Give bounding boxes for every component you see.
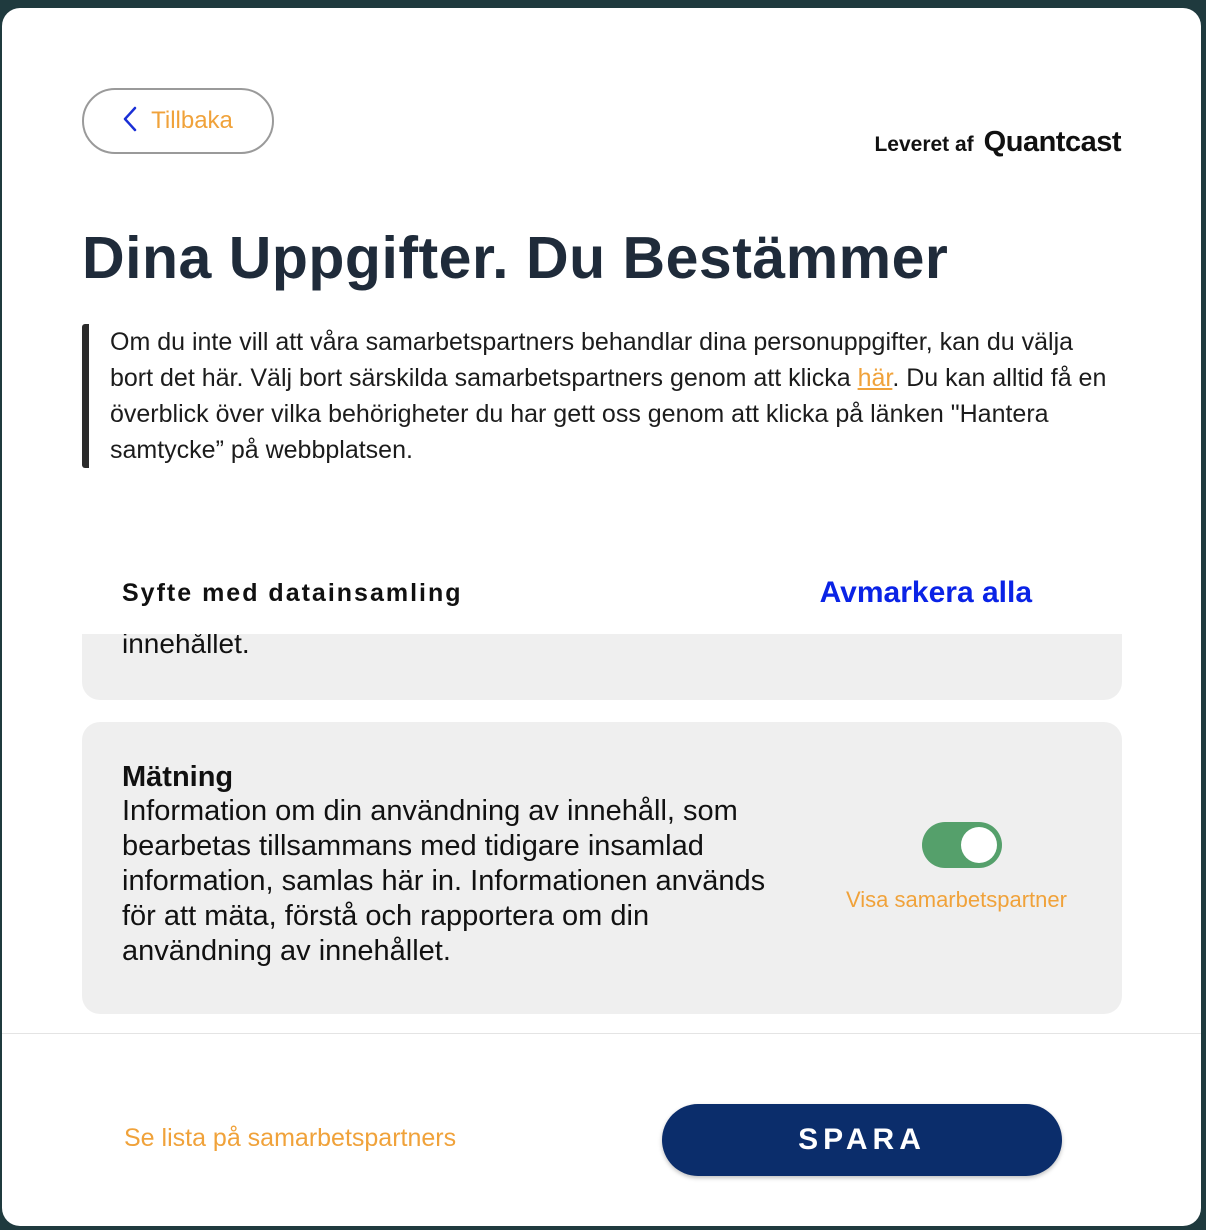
purpose-card-previous: innehållet. xyxy=(82,634,1122,700)
partner-list-link[interactable]: Se lista på samarbetspartners xyxy=(124,1124,456,1153)
back-button-label: Tillbaka xyxy=(151,107,233,134)
deselect-partners-link[interactable]: här xyxy=(858,364,893,392)
consent-dialog: Tillbaka Leveret af Quantcast Dina Uppgi… xyxy=(2,8,1201,1226)
purposes-header: Syfte med datainsamling Avmarkera alla xyxy=(122,576,1032,610)
purposes-section-title: Syfte med datainsamling xyxy=(122,578,463,607)
toggle-knob xyxy=(961,827,997,863)
powered-by-prefix: Leveret af xyxy=(874,133,974,156)
purpose-toggle[interactable] xyxy=(922,822,1002,868)
purpose-description: Information om din användning av innehål… xyxy=(122,795,766,967)
show-vendors-link[interactable]: Visa samarbetspartner xyxy=(846,887,1067,913)
quantcast-logo: Quantcast xyxy=(983,126,1122,158)
page-title: Dina Uppgifter. Du Bestämmer xyxy=(82,225,949,291)
deselect-all-button[interactable]: Avmarkera alla xyxy=(820,576,1032,610)
back-button[interactable]: Tillbaka xyxy=(82,88,274,154)
purpose-card-measurement: Mätning Information om din användning av… xyxy=(82,722,1122,1014)
purposes-scroll-list[interactable]: innehållet. Mätning Information om din a… xyxy=(82,634,1122,1016)
description: Om du inte vill att våra samarbetspartne… xyxy=(82,324,1122,468)
purpose-card-text: Mätning Information om din användning av… xyxy=(122,760,792,969)
chevron-left-icon xyxy=(123,106,137,137)
purpose-title: Mätning xyxy=(122,761,234,793)
footer-divider xyxy=(2,1033,1201,1034)
save-button[interactable]: SPARA xyxy=(662,1104,1062,1176)
purpose-card-previous-text: innehållet. xyxy=(122,634,250,659)
powered-by: Leveret af Quantcast xyxy=(874,126,1121,159)
